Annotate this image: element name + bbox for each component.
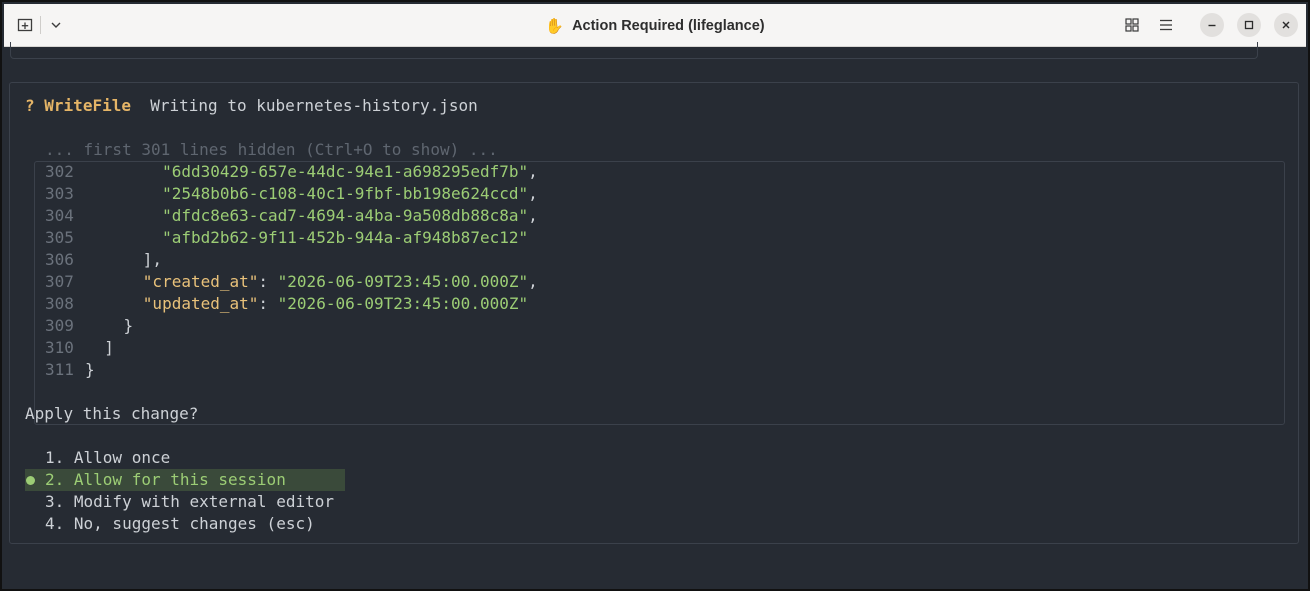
- grid-view-button[interactable]: [1119, 12, 1145, 38]
- json-punctuation: }: [85, 360, 95, 379]
- close-button[interactable]: [1274, 13, 1298, 37]
- approval-option-3[interactable]: 3. Modify with external editor: [45, 491, 334, 513]
- line-number: 309: [45, 316, 74, 335]
- code-line: 310 ]: [45, 337, 114, 359]
- json-punctuation: }: [85, 316, 134, 335]
- json-punctuation: ]: [85, 338, 114, 357]
- line-number: 310: [45, 338, 74, 357]
- json-string-value: "2026-06-09T23:45:00.000Z": [277, 272, 529, 291]
- code-line: 302 "6dd30429-657e-44dc-94e1-a698295edf7…: [45, 161, 538, 183]
- approval-option-4[interactable]: 4. No, suggest changes (esc): [45, 513, 315, 535]
- line-number: 306: [45, 250, 74, 269]
- previous-output-box: [10, 42, 1258, 59]
- raised-hand-icon: ✋: [545, 17, 565, 35]
- json-separator: :: [258, 272, 278, 291]
- main-menu-button[interactable]: [1153, 12, 1179, 38]
- json-punctuation: ,: [528, 206, 538, 225]
- line-number: 307: [45, 272, 74, 291]
- json-key: "updated_at": [142, 294, 259, 313]
- json-punctuation: ,: [528, 272, 538, 291]
- titlebar-left-controls: [12, 14, 69, 36]
- json-punctuation: ,: [528, 162, 538, 181]
- line-number: 302: [45, 162, 74, 181]
- terminal-area[interactable]: ? WriteFile Writing to kubernetes-histor…: [4, 42, 1306, 587]
- line-number: 311: [45, 360, 74, 379]
- code-line: 309 }: [45, 315, 133, 337]
- terminal-window: ✋ Action Required (lifeglance) ? WriteFi…: [0, 0, 1310, 591]
- hidden-lines-note: ... first 301 lines hidden (Ctrl+O to sh…: [45, 140, 498, 159]
- tool-name: WriteFile: [44, 96, 131, 115]
- titlebar-separator: [40, 16, 41, 34]
- tool-description: Writing to kubernetes-history.json: [150, 96, 478, 115]
- json-string-value: "afbd2b62-9f11-452b-944a-af948b87ec12": [85, 228, 529, 247]
- json-separator: :: [258, 294, 278, 313]
- tab-menu-button[interactable]: [43, 14, 69, 36]
- code-line: 303 "2548b0b6-c108-40c1-9fbf-bb198e624cc…: [45, 183, 538, 205]
- tool-header: ? WriteFile Writing to kubernetes-histor…: [25, 95, 478, 117]
- window-title: ✋ Action Required (lifeglance): [4, 4, 1306, 47]
- grid-view-icon: [1125, 18, 1139, 32]
- code-line: 308 "updated_at": "2026-06-09T23:45:00.0…: [45, 293, 528, 315]
- line-number: 305: [45, 228, 74, 247]
- window-title-text: Action Required (lifeglance): [572, 17, 765, 34]
- json-key: "created_at": [142, 272, 259, 291]
- title-bar: ✋ Action Required (lifeglance): [4, 4, 1306, 47]
- json-string-value: "dfdc8e63-cad7-4694-a4ba-9a508db88c8a": [85, 206, 529, 225]
- line-number: 304: [45, 206, 74, 225]
- code-line: 304 "dfdc8e63-cad7-4694-a4ba-9a508db88c8…: [45, 205, 538, 227]
- approval-option-1[interactable]: 1. Allow once: [45, 447, 170, 469]
- apply-change-question: Apply this change?: [25, 404, 199, 423]
- minimize-icon: [1208, 24, 1216, 27]
- line-number: 308: [45, 294, 74, 313]
- new-tab-icon: [17, 18, 33, 32]
- titlebar-right-controls: [1119, 12, 1298, 38]
- chevron-down-icon: [51, 22, 61, 28]
- new-tab-button[interactable]: [12, 14, 38, 36]
- code-line: 305 "afbd2b62-9f11-452b-944a-af948b87ec1…: [45, 227, 528, 249]
- json-string-value: "2026-06-09T23:45:00.000Z": [277, 294, 529, 313]
- code-line: 311}: [45, 359, 95, 381]
- line-number: 303: [45, 184, 74, 203]
- maximize-button[interactable]: [1237, 13, 1261, 37]
- maximize-icon: [1244, 20, 1254, 30]
- json-punctuation: ],: [85, 250, 163, 269]
- approval-option-2[interactable]: 2. Allow for this session: [45, 469, 286, 491]
- json-string-value: "6dd30429-657e-44dc-94e1-a698295edf7b": [85, 162, 529, 181]
- minimize-button[interactable]: [1200, 13, 1224, 37]
- question-marker: ?: [25, 96, 35, 115]
- selection-dot-icon: [26, 476, 35, 485]
- close-icon: [1282, 21, 1290, 29]
- action-required-dialog: ? WriteFile Writing to kubernetes-histor…: [9, 82, 1299, 544]
- hamburger-menu-icon: [1160, 19, 1172, 31]
- code-line: 307 "created_at": "2026-06-09T23:45:00.0…: [45, 271, 538, 293]
- code-line: 306 ],: [45, 249, 162, 271]
- json-string-value: "2548b0b6-c108-40c1-9fbf-bb198e624ccd": [85, 184, 529, 203]
- json-punctuation: ,: [528, 184, 538, 203]
